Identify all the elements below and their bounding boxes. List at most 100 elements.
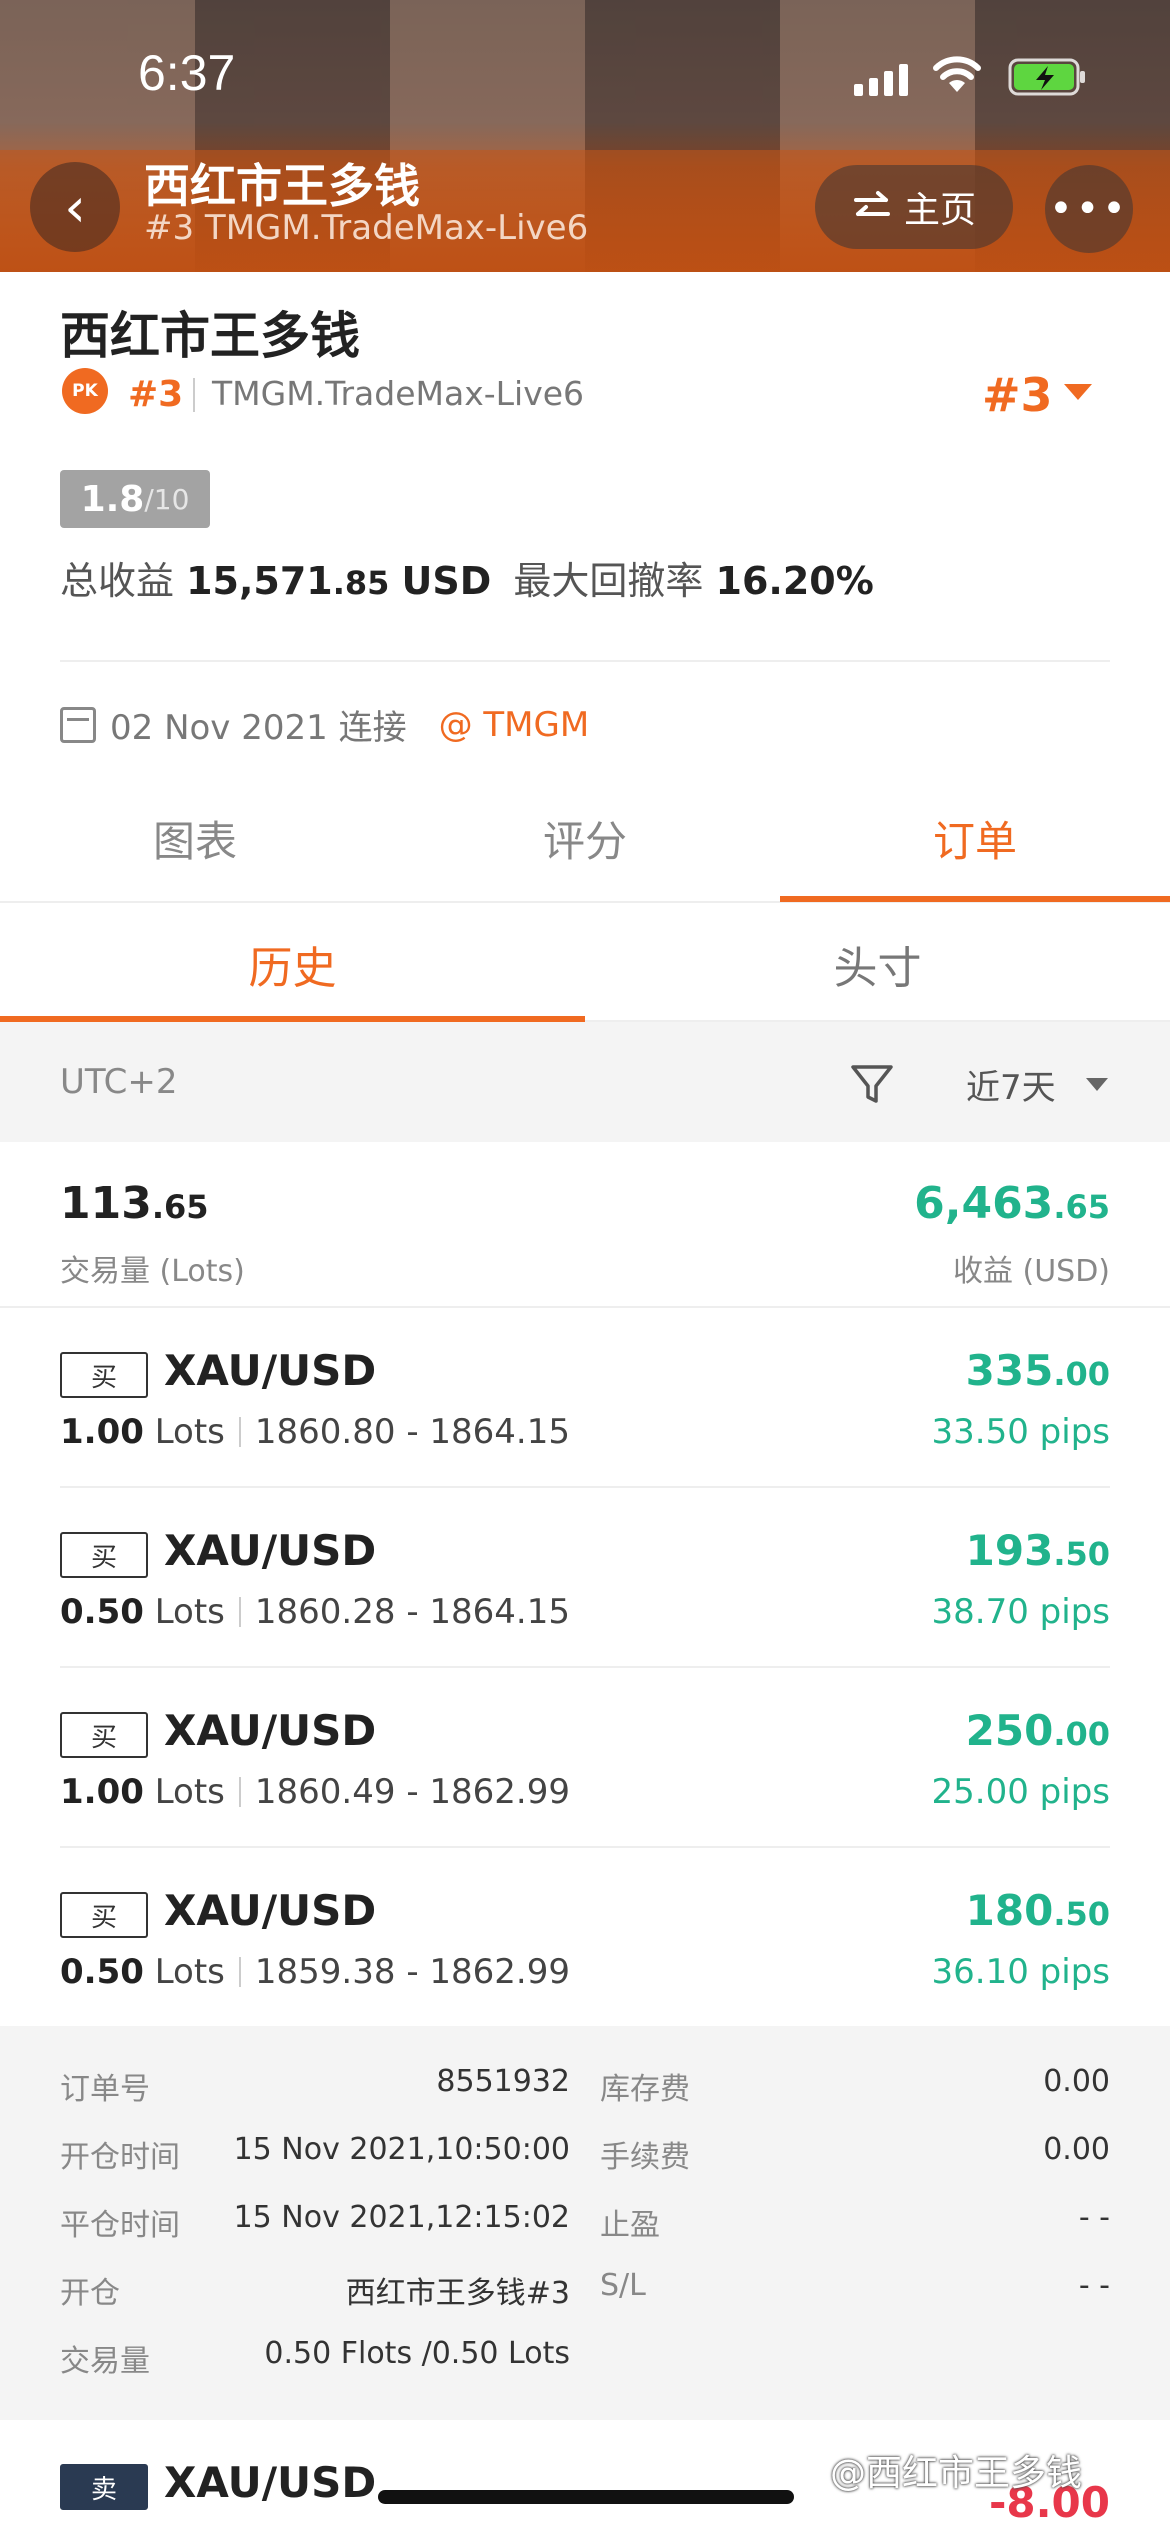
broker-link[interactable]: @ TMGM	[439, 705, 590, 745]
more-button[interactable]: •••	[1045, 165, 1133, 253]
subtab-history[interactable]: 历史	[0, 924, 585, 1014]
order-details-panel: 订单号 8551932 库存费 0.00 开仓时间 15 Nov 2021,10…	[0, 2026, 1170, 2420]
signal-icon	[854, 56, 908, 96]
take-profit-value: - -	[1078, 2200, 1110, 2235]
subtab-positions[interactable]: 头寸	[585, 924, 1170, 1014]
caret-down-icon[interactable]	[1086, 1078, 1108, 1091]
total-profit-label: 总收益	[60, 559, 175, 603]
wifi-icon	[933, 56, 981, 92]
home-label: 主页	[903, 190, 976, 231]
back-button[interactable]: ‹	[30, 162, 120, 252]
order-row[interactable]: 买 XAU/USD 0.50 Lots 1860.28 - 1864.15 193…	[0, 1488, 1170, 1668]
total-volume: 113.65	[60, 1178, 209, 1229]
commission-label: 手续费	[600, 2140, 690, 2175]
order-symbol: XAU/USD	[164, 1526, 377, 1575]
max-drawdown-label: 最大回撤率	[513, 559, 704, 603]
connection-info: 02 Nov 2021 连接 @ TMGM	[60, 700, 589, 749]
total-profit-int: 15,571	[186, 559, 333, 603]
pk-badge-icon: PK	[62, 368, 108, 414]
separator	[238, 1597, 241, 1627]
order-lots: 0.50 Lots 1860.28 - 1864.15	[60, 1592, 570, 1632]
profit-dec: .00	[1053, 1355, 1110, 1393]
stop-loss-value: - -	[1078, 2268, 1110, 2303]
volume-int: 113	[60, 1178, 152, 1229]
open-by-value: 西红市王多钱#3	[345, 2276, 570, 2311]
order-pips: 38.70 pips	[931, 1592, 1110, 1632]
swap-value: 0.00	[1043, 2064, 1110, 2099]
header-title: 西红市王多钱	[144, 159, 420, 213]
order-row[interactable]: 买 XAU/USD 0.50 Lots 1859.38 - 1862.99 180…	[0, 1848, 1170, 2028]
order-prices: 1860.28 - 1864.15	[254, 1592, 570, 1632]
separator	[193, 378, 195, 412]
tab-active-indicator	[780, 896, 1170, 902]
tab-rating[interactable]: 评分	[390, 800, 780, 884]
order-side-tag: 买	[60, 1892, 148, 1938]
close-time-label: 平仓时间	[60, 2208, 180, 2243]
home-button[interactable]: 主页	[815, 165, 1013, 249]
max-drawdown-value: 16.20%	[715, 559, 874, 603]
commission-value: 0.00	[1043, 2132, 1110, 2167]
filter-icon[interactable]	[848, 1060, 896, 1108]
order-prices: 1860.49 - 1862.99	[254, 1772, 570, 1812]
order-lots: 1.00 Lots 1860.49 - 1862.99	[60, 1772, 570, 1812]
order-pips: 33.50 pips	[931, 1412, 1110, 1452]
chevron-left-icon: ‹	[64, 175, 86, 239]
order-prices: 1860.80 - 1864.15	[254, 1412, 570, 1452]
swap-arrows-icon	[853, 191, 890, 216]
stop-loss-label: S/L	[600, 2268, 646, 2303]
take-profit-label: 止盈	[600, 2208, 660, 2243]
rank-selector[interactable]: #3	[982, 368, 1053, 422]
total-profit: 6,463.65	[914, 1178, 1110, 1229]
lots-unit: Lots	[154, 1592, 225, 1632]
tab-chart[interactable]: 图表	[0, 800, 390, 884]
order-symbol: XAU/USD	[164, 2458, 377, 2507]
order-row[interactable]: 买 XAU/USD 1.00 Lots 1860.80 - 1864.15 335…	[0, 1308, 1170, 1488]
close-time-value: 15 Nov 2021,12:15:02	[233, 2200, 570, 2235]
volume-label: 交易量 (Lots)	[60, 1254, 245, 1289]
order-profit: 250.00	[966, 1706, 1110, 1755]
order-no-value: 8551932	[436, 2064, 570, 2099]
total-profit-unit: USD	[401, 559, 492, 603]
volume-value: 0.50 Flots /0.50 Lots	[264, 2336, 570, 2371]
profit-summary: 总收益 15,571.85 USD 最大回撤率 16.20%	[60, 550, 874, 605]
order-profit: 180.50	[966, 1886, 1110, 1935]
open-by-label: 开仓	[60, 2276, 120, 2311]
home-indicator[interactable]	[378, 2490, 794, 2504]
swap-label: 库存费	[600, 2072, 690, 2107]
profit-int: 6,463	[914, 1178, 1054, 1229]
lots-unit: Lots	[154, 1772, 225, 1812]
order-side-tag: 买	[60, 1712, 148, 1758]
order-symbol: XAU/USD	[164, 1706, 377, 1755]
profit-dec: .50	[1053, 1535, 1110, 1573]
separator	[238, 1957, 241, 1987]
order-lots: 0.50 Lots 1859.38 - 1862.99	[60, 1952, 570, 1992]
order-prices: 1859.38 - 1862.99	[254, 1952, 570, 1992]
order-side-tag: 卖	[60, 2464, 148, 2510]
tab-orders[interactable]: 订单	[780, 800, 1170, 884]
date-range-selector[interactable]: 近7天	[966, 1060, 1056, 1109]
lots-value: 1.00	[60, 1412, 144, 1452]
profit-int: 180	[965, 1886, 1054, 1935]
connected-date: 02 Nov 2021 连接	[110, 708, 407, 748]
open-time-value: 15 Nov 2021,10:50:00	[233, 2132, 570, 2167]
order-symbol: XAU/USD	[164, 1346, 377, 1395]
profit-int: 250	[965, 1706, 1054, 1755]
caret-down-icon[interactable]	[1064, 384, 1092, 400]
lots-value: 1.00	[60, 1772, 144, 1812]
order-pips: 25.00 pips	[931, 1772, 1110, 1812]
profit-dec: .50	[1053, 1895, 1110, 1933]
volume-label: 交易量	[60, 2344, 150, 2379]
status-time: 6:37	[138, 45, 236, 101]
order-profit: 193.50	[966, 1526, 1110, 1575]
total-profit-dec: .85	[332, 564, 390, 602]
separator	[238, 1417, 241, 1447]
profit-dec: .65	[1053, 1188, 1110, 1226]
order-row[interactable]: 买 XAU/USD 1.00 Lots 1860.49 - 1862.99 250…	[0, 1668, 1170, 1848]
timezone-label: UTC+2	[60, 1062, 178, 1102]
order-side-tag: 买	[60, 1352, 148, 1398]
order-profit: 335.00	[966, 1346, 1110, 1395]
order-symbol: XAU/USD	[164, 1886, 377, 1935]
order-side-tag: 买	[60, 1532, 148, 1578]
rank-label: #3	[128, 374, 184, 415]
profit-dec: .00	[1053, 1715, 1110, 1753]
